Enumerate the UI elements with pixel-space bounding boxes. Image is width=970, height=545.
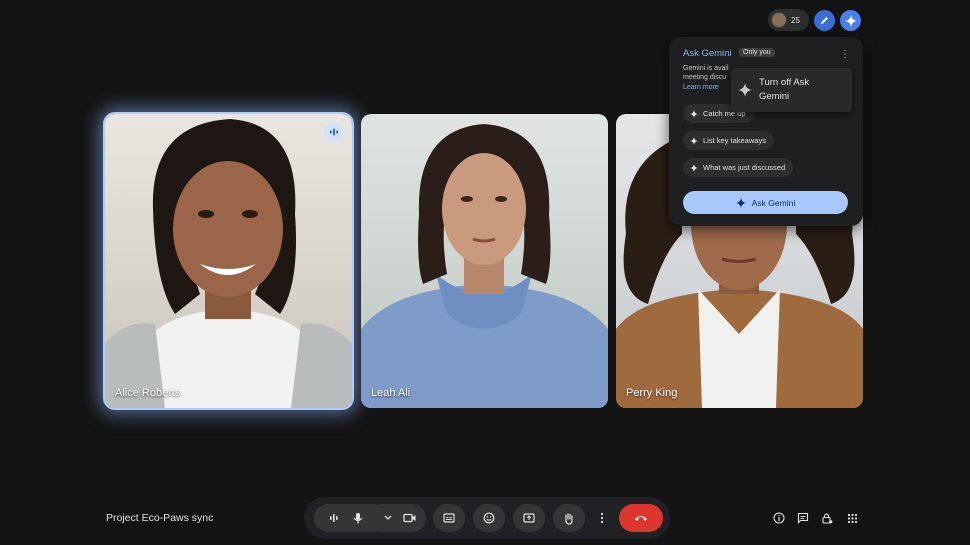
video-tile-leah[interactable]: Leah Ali (361, 114, 608, 408)
ask-gemini-panel: Ask Gemini Only you ⋮ Gemini is avail me… (669, 37, 863, 226)
end-call-icon (635, 516, 647, 521)
participants-button[interactable]: 25 (768, 9, 809, 31)
captions-icon (443, 513, 455, 523)
participant-name: Alice Roberts (115, 387, 181, 399)
host-controls-button[interactable] (820, 511, 834, 525)
host-controls-icon (822, 513, 833, 524)
participant-name: Perry King (626, 387, 678, 399)
audio-levels-icon (330, 514, 338, 522)
participants-count: 25 (791, 15, 800, 25)
sparkle-icon (738, 83, 752, 97)
sparkle-icon (735, 197, 746, 208)
panel-description: Gemini is avail (683, 65, 729, 72)
participant-video-image (105, 119, 352, 408)
speaking-indicator (324, 122, 344, 142)
ask-gemini-label: Ask Gemini (751, 197, 796, 208)
gemini-button[interactable] (840, 10, 861, 31)
chevron-down-icon (384, 515, 392, 520)
panel-title: Ask Gemini (683, 48, 732, 59)
learn-more-link[interactable]: Learn more (683, 84, 719, 91)
raise-hand-icon (565, 512, 573, 525)
present-button[interactable] (513, 504, 545, 532)
emoji-icon (483, 512, 495, 524)
chat-icon (797, 512, 809, 524)
leave-call-button[interactable] (619, 504, 663, 532)
pen-icon (821, 17, 828, 24)
sparkle-icon (690, 136, 698, 145)
participant-name: Leah Ali (371, 387, 411, 399)
meeting-details-button[interactable] (772, 511, 786, 525)
camera-controls (384, 513, 416, 523)
video-tile-alice[interactable]: Alice Roberts (103, 112, 354, 410)
chat-button[interactable] (796, 511, 810, 525)
ask-gemini-button[interactable]: Ask Gemini (683, 191, 848, 214)
reactions-button[interactable] (473, 504, 505, 532)
take-notes-button[interactable] (814, 10, 835, 31)
captions-button[interactable] (433, 504, 465, 532)
turn-off-ask-gemini-menu-item[interactable]: Turn off Ask Gemini (731, 68, 852, 112)
camera-icon (403, 513, 416, 523)
raise-hand-button[interactable] (553, 504, 585, 532)
camera-button[interactable] (370, 504, 426, 532)
privacy-badge: Only you (739, 48, 775, 57)
suggestion-chip-just-discussed[interactable]: What was just discussed (683, 158, 794, 177)
participant-video-image (361, 124, 608, 408)
more-options-button[interactable] (593, 504, 611, 532)
audio-levels-icon (330, 128, 338, 136)
suggestion-chip-takeaways[interactable]: List key takeaways (683, 131, 774, 150)
present-screen-icon (523, 513, 535, 523)
more-options-icon (600, 512, 604, 524)
activities-button[interactable] (845, 511, 859, 525)
call-controls (304, 497, 670, 539)
meeting-title: Project Eco-Paws sync (106, 512, 214, 524)
suggestion-label: List key takeaways (703, 136, 766, 145)
sparkle-icon (690, 109, 698, 118)
info-icon (773, 512, 785, 524)
participants-avatar-stack (771, 12, 787, 28)
mic-icon (353, 513, 363, 524)
more-options-icon[interactable]: ⋮ (840, 49, 850, 61)
sparkle-icon (690, 163, 698, 172)
panel-description-line2: meeting discu (683, 74, 727, 81)
activities-icon (847, 513, 857, 523)
gemini-sparkle-icon (844, 14, 857, 27)
suggestion-label: What was just discussed (703, 163, 786, 172)
menu-item-label: Turn off Ask Gemini (759, 77, 810, 102)
